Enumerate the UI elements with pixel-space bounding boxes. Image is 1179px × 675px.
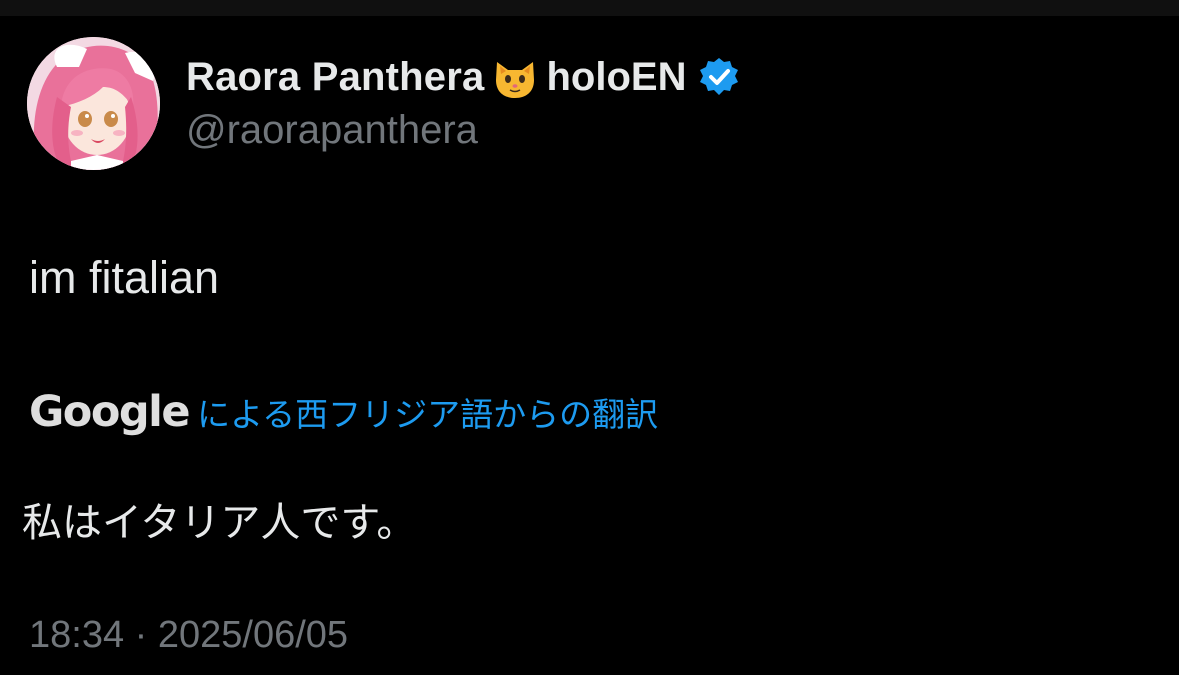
author-name-row[interactable]: Raora Panthera holoEN [186,52,740,102]
cat-face-icon [492,54,538,100]
tweet-timestamp[interactable]: 18:34 · 2025/06/05 [29,614,348,657]
avatar-image [27,37,160,170]
google-logo: Google [29,387,191,437]
translation-attribution[interactable]: Google による西フリジア語からの翻訳 [29,386,658,438]
verified-badge-icon[interactable] [698,56,740,98]
tweet-text: im fitalian [29,252,220,303]
author-display-name[interactable]: Raora Panthera [186,55,484,100]
profile-avatar[interactable] [27,37,160,170]
top-strip [0,0,1179,16]
translation-label-link[interactable]: による西フリジア語からの翻訳 [197,388,658,436]
author-handle[interactable]: @raorapanthera [186,108,478,153]
translated-text: 私はイタリア人です。 [22,500,417,546]
author-tag[interactable]: holoEN [546,55,686,100]
